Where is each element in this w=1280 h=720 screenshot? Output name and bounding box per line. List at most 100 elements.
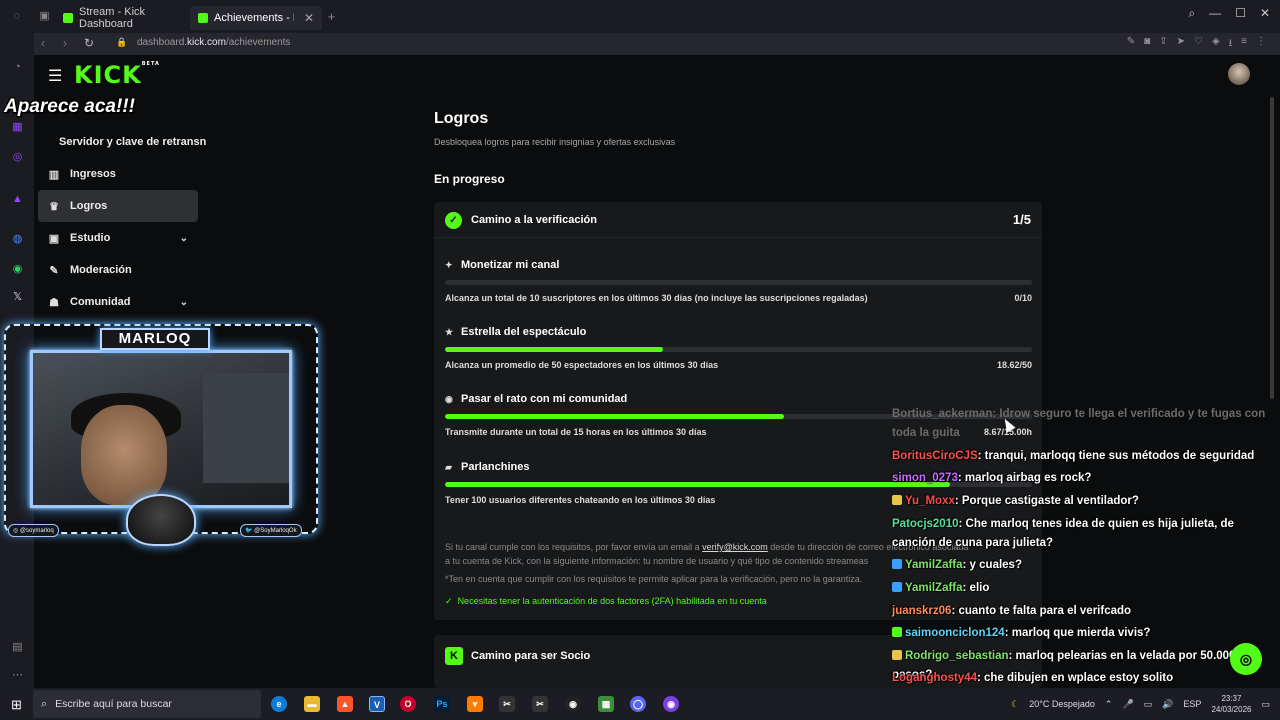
weather-icon: ☾ [1011, 698, 1020, 709]
kick-favicon-icon [63, 13, 73, 23]
more-icon[interactable]: ⋯ [11, 669, 24, 682]
clock[interactable]: 23:37 24/03/2026 [1211, 693, 1251, 715]
camera-icon[interactable]: ◙ [1144, 36, 1150, 53]
close-window-icon[interactable]: ✕ [1260, 6, 1270, 21]
opera-icon[interactable]: O [400, 696, 416, 712]
broadcast-icon: ◉ [445, 394, 453, 404]
chat-message: YamilZaffa: elio [892, 579, 1267, 598]
webcam-feed [30, 350, 292, 508]
badge-icon [892, 582, 902, 592]
bar-chart-icon: ▥ [48, 168, 60, 181]
taskbar-search[interactable]: ⌕ Escribe aquí para buscar [33, 690, 261, 718]
sidebar-item-moderacion[interactable]: ✎ Moderación [38, 254, 198, 286]
support-button[interactable]: ◎ [1230, 643, 1262, 675]
kick-top-nav: ☰ KICKBETA [34, 55, 1280, 95]
page-title: Logros [434, 110, 489, 127]
send-icon[interactable]: ➤ [1177, 36, 1185, 53]
tab-stream-dashboard[interactable]: Stream - Kick Dashboard [55, 6, 190, 30]
browser-logo-icon[interactable]: ◌ [10, 10, 23, 23]
sidebar-item-logros[interactable]: ♛ Logros [38, 190, 198, 222]
whatsapp-icon[interactable]: ◉ [11, 263, 24, 276]
kick-k-icon: K [445, 647, 463, 665]
capcut-icon-2[interactable]: ✂ [532, 696, 548, 712]
page-subtitle: Desbloquea logros para recibir insignias… [434, 137, 676, 147]
speed-dial-icon[interactable]: ◔ [11, 61, 24, 74]
share-icon[interactable]: ⇪ [1159, 36, 1167, 53]
obs-icon[interactable]: ◉ [565, 696, 581, 712]
check-icon: ✓ [445, 596, 453, 606]
notifications-icon[interactable]: ▭ [1261, 699, 1270, 710]
x-icon[interactable]: 𝕏 [11, 291, 24, 304]
chevron-up-icon[interactable]: ⌃ [1105, 699, 1113, 710]
heart-icon[interactable]: ♡ [1194, 36, 1203, 53]
instagram-icon[interactable]: ◎ [11, 151, 24, 164]
edit-icon[interactable]: ✎ [1127, 36, 1135, 53]
verify-email-link[interactable]: verify@kick.com [702, 542, 768, 552]
box-icon[interactable]: ◈ [1212, 36, 1220, 53]
chevron-down-icon: ⌄ [179, 232, 188, 244]
card-title: Camino para ser Socio [471, 650, 591, 662]
search-icon: ⌕ [41, 697, 48, 710]
kick-favicon-icon [198, 13, 208, 23]
back-icon[interactable]: ‹ [41, 36, 45, 50]
windows-taskbar: ⊞ ⌕ Escribe aquí para buscar e ▬ ▲ V O P… [0, 688, 1280, 720]
window-controls: ⌕ — ☐ ✕ [1188, 6, 1270, 21]
twitch-icon[interactable]: ▦ [11, 121, 24, 134]
app-icon[interactable]: ◉ [663, 696, 679, 712]
photoshop-icon[interactable]: Ps [434, 696, 450, 712]
section-title: En progreso [434, 172, 505, 186]
scrollbar[interactable] [1270, 97, 1274, 399]
hamburger-menu-icon[interactable]: ☰ [48, 66, 62, 86]
brave-icon[interactable]: ▲ [337, 696, 353, 712]
maximize-icon[interactable]: ☐ [1235, 6, 1246, 21]
menu-icon[interactable]: ⋮ [1256, 36, 1266, 53]
sidebar-item-ingresos[interactable]: ▥ Ingresos [38, 158, 198, 190]
chat-message: simon_0273: marloq airbag es rock? [892, 472, 1092, 484]
system-tray: ☾ 20°C Despejado ⌃ 🎤 ▭ 🔊 ESP 23:37 24/03/… [1011, 693, 1270, 715]
wallet-icon[interactable]: ▤ [11, 641, 24, 654]
search-tabs-icon[interactable]: ⌕ [1188, 6, 1195, 21]
windows-start-icon[interactable]: ⊞ [11, 697, 22, 713]
avatar[interactable] [1228, 63, 1250, 85]
chat-message: Yu_Moxx: Porque castigaste al ventilador… [892, 492, 1267, 511]
download-icon[interactable]: ⭳ [1229, 36, 1233, 53]
twofa-requirement: ✓ Necesitas tener la autenticación de do… [445, 596, 767, 606]
vegas-icon[interactable]: V [369, 696, 385, 712]
capcut-icon[interactable]: ✂ [499, 696, 515, 712]
forward-icon[interactable]: › [63, 36, 67, 50]
calendar-icon[interactable]: ▦ [598, 696, 614, 712]
chat-message: YamilZaffa: y cuales? [892, 556, 1267, 575]
minimize-icon[interactable]: — [1209, 6, 1221, 21]
card-header[interactable]: ✓ Camino a la verificación 1/5 [434, 202, 1042, 238]
chevron-down-icon: ⌄ [179, 296, 188, 308]
fl-studio-icon[interactable]: ▾ [467, 696, 483, 712]
sparkle-icon: ✦ [445, 260, 453, 270]
edge-icon[interactable]: e [271, 696, 287, 712]
microphone-icon[interactable]: 🎤 [1122, 699, 1133, 710]
new-tab-icon[interactable]: + [325, 10, 338, 23]
tab-achievements[interactable]: Achievements - Kick Dashb ✕ [190, 6, 322, 30]
goal-item: ★ Estrella del espectáculo Alcanza un pro… [445, 326, 1032, 370]
chat-message: Bortius_ackerman: Idrow seguro te llega … [892, 408, 1266, 439]
stream-overlay-caption: Aparece aca!!! [4, 96, 135, 117]
volume-icon[interactable]: 🔊 [1162, 699, 1173, 710]
reload-icon[interactable]: ↻ [84, 36, 94, 50]
kick-logo[interactable]: KICKBETA [74, 61, 160, 89]
badge-icon [892, 559, 902, 569]
verification-note: Si tu canal cumple con los requisitos, p… [445, 542, 969, 552]
aria-icon[interactable]: ▲ [11, 193, 24, 206]
close-tab-icon[interactable]: ✕ [304, 11, 314, 25]
list-icon[interactable]: ≡ [1241, 36, 1247, 53]
sidebar-item-estudio[interactable]: ▣ Estudio ⌄ [38, 222, 198, 254]
discord-icon[interactable]: ◯ [630, 696, 646, 712]
sidebar-item-stream-key[interactable]: Servidor y clave de retransn [59, 136, 206, 148]
messenger-icon[interactable]: ◍ [11, 233, 24, 246]
users-icon: ☗ [49, 296, 59, 309]
wrench-icon: ✎ [49, 264, 59, 277]
network-icon[interactable]: ▭ [1144, 699, 1153, 710]
tab-overview-icon[interactable]: ▣ [38, 10, 51, 23]
file-explorer-icon[interactable]: ▬ [304, 696, 320, 712]
progress-bar [445, 347, 1032, 352]
verified-badge-icon: ✓ [445, 212, 462, 229]
url-field[interactable]: dashboard.kick.com/achievements [137, 37, 290, 48]
